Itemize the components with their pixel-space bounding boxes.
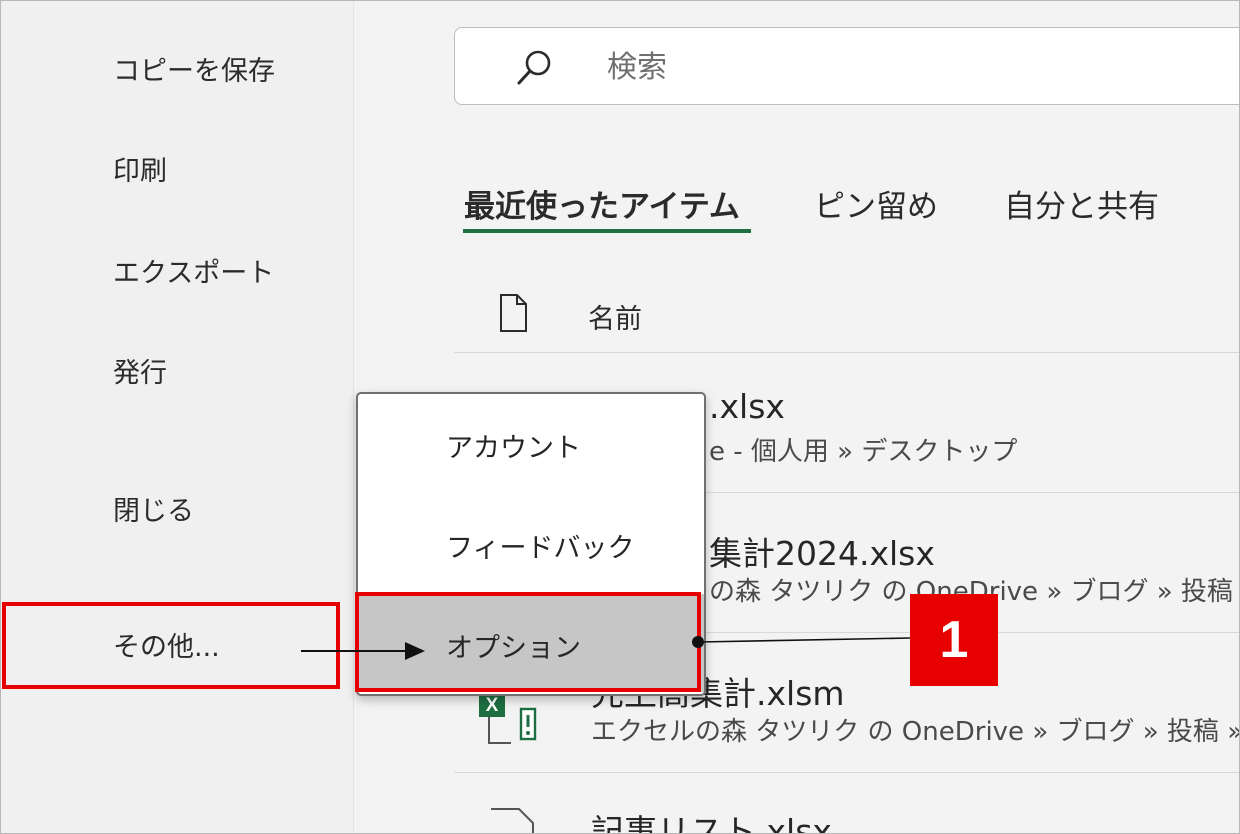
search-icon: [517, 50, 551, 85]
nav-print[interactable]: 印刷: [113, 149, 167, 188]
menu-item-label: アカウント: [446, 433, 581, 464]
tab-pinned[interactable]: ピン留め: [814, 181, 938, 226]
search-box[interactable]: [454, 27, 1239, 105]
step-badge: 1: [910, 594, 998, 686]
column-header-name[interactable]: 名前: [588, 297, 642, 336]
nav-publish[interactable]: 発行: [113, 351, 167, 390]
divider: [454, 352, 1239, 353]
document-icon: [500, 294, 527, 332]
nav-save-copy[interactable]: コピーを保存: [113, 49, 275, 88]
search-input[interactable]: [605, 48, 1209, 86]
divider: [454, 772, 1239, 773]
file-name[interactable]: 記事リスト.xlsx: [591, 805, 832, 833]
file-icon: [491, 808, 534, 833]
nav-export[interactable]: エクスポート: [113, 251, 274, 290]
active-tab-indicator: [463, 229, 751, 233]
highlight-box-options: [355, 592, 701, 692]
tab-recent[interactable]: 最近使ったアイテム: [464, 181, 740, 226]
menu-item-label: フィードバック: [446, 533, 635, 564]
nav-close[interactable]: 閉じる: [113, 489, 194, 528]
highlight-box-more: [2, 602, 340, 689]
file-name[interactable]: .xlsx: [709, 387, 785, 426]
app-window: コピーを保存 印刷 エクスポート 発行 閉じる その他... 最近使ったアイテム…: [0, 0, 1240, 834]
file-name[interactable]: 集計2024.xlsx: [709, 527, 935, 575]
excel-macro-file-icon: X: [479, 691, 537, 744]
menu-item-feedback[interactable]: フィードバック: [358, 494, 704, 592]
file-path: エクセルの森 タツリク の OneDrive » ブログ » 投稿 »: [591, 717, 1240, 747]
tab-shared-with-me[interactable]: 自分と共有: [1004, 181, 1159, 226]
backstage-sidebar: コピーを保存 印刷 エクスポート 発行 閉じる その他...: [1, 1, 354, 833]
file-path: e - 個人用 » デスクトップ: [709, 437, 1018, 467]
svg-text:X: X: [486, 695, 499, 716]
menu-item-account[interactable]: アカウント: [358, 394, 704, 492]
